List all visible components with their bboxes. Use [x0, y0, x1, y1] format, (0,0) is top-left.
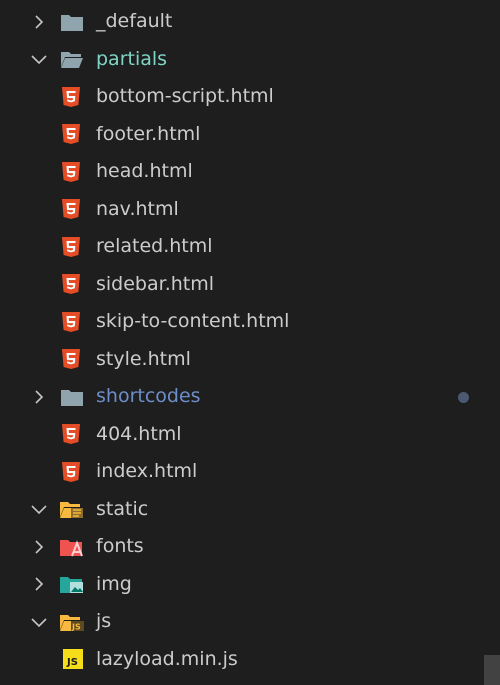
html5-icon — [58, 416, 84, 454]
static-folder-icon — [59, 491, 85, 529]
folder-row-img[interactable]: img — [0, 566, 500, 604]
html5-icon — [58, 78, 84, 116]
file-label: 404.html — [96, 422, 182, 445]
js-folder-icon: JS — [59, 603, 85, 641]
folder-row-partials[interactable]: partials — [0, 41, 500, 79]
html5-icon — [58, 453, 84, 491]
file-row[interactable]: nav.html — [0, 191, 500, 229]
file-row[interactable]: related.html — [0, 228, 500, 266]
modified-indicator-dot — [458, 391, 469, 403]
folder-row-static[interactable]: static — [0, 491, 500, 529]
folder-row-js[interactable]: JS js — [0, 603, 500, 641]
html5-icon — [58, 266, 84, 304]
html5-icon — [58, 341, 84, 379]
file-label: footer.html — [96, 122, 201, 145]
vertical-scrollbar-thumb[interactable] — [484, 655, 500, 685]
file-label: nav.html — [96, 197, 179, 220]
svg-text:JS: JS — [66, 657, 78, 668]
folder-label: _default — [96, 10, 173, 32]
folder-label: static — [96, 497, 149, 520]
file-row[interactable]: 404.html — [0, 416, 500, 454]
file-label: related.html — [96, 235, 213, 257]
chevron-right-icon[interactable] — [30, 378, 48, 416]
html5-icon — [58, 303, 84, 341]
file-row[interactable]: style.html — [0, 341, 500, 379]
chevron-right-icon[interactable] — [30, 528, 48, 566]
file-label: lazyload.min.js — [96, 647, 238, 670]
file-row[interactable]: skip-to-content.html — [0, 303, 500, 341]
file-row[interactable]: JS lazyload.min.js — [0, 641, 500, 679]
file-label: sidebar.html — [96, 272, 215, 295]
chevron-down-icon[interactable] — [30, 603, 48, 641]
chevron-down-icon[interactable] — [30, 491, 48, 529]
folder-row-shortcodes[interactable]: shortcodes — [0, 378, 500, 416]
html5-icon — [58, 116, 84, 154]
folder-label: js — [96, 610, 112, 632]
image-folder-icon — [59, 566, 85, 604]
folder-row-default[interactable]: _default — [0, 3, 500, 41]
chevron-down-icon[interactable] — [30, 41, 48, 79]
file-label: skip-to-content.html — [96, 310, 290, 332]
html5-icon — [58, 228, 84, 266]
html5-icon — [58, 153, 84, 191]
chevron-right-icon[interactable] — [30, 3, 48, 41]
file-row[interactable]: index.html — [0, 453, 500, 491]
html5-icon — [58, 191, 84, 229]
file-row[interactable]: head.html — [0, 153, 500, 191]
file-row[interactable]: sidebar.html — [0, 266, 500, 304]
folder-label: shortcodes — [96, 385, 201, 407]
file-row[interactable]: footer.html — [0, 116, 500, 154]
file-label: bottom-script.html — [96, 85, 274, 107]
fonts-folder-icon — [59, 528, 85, 566]
folder-icon — [59, 3, 85, 41]
folder-label: partials — [96, 47, 168, 70]
file-label: style.html — [96, 347, 191, 370]
chevron-right-icon[interactable] — [30, 566, 48, 604]
folder-label: fonts — [96, 535, 144, 557]
file-row[interactable]: bottom-script.html — [0, 78, 500, 116]
folder-icon — [59, 378, 85, 416]
folder-row-fonts[interactable]: fonts — [0, 528, 500, 566]
svg-text:JS: JS — [71, 622, 81, 631]
file-label: index.html — [96, 460, 198, 482]
folder-label: img — [96, 572, 132, 595]
folder-open-icon — [59, 41, 85, 79]
javascript-icon: JS — [60, 641, 86, 679]
file-label: head.html — [96, 160, 193, 182]
